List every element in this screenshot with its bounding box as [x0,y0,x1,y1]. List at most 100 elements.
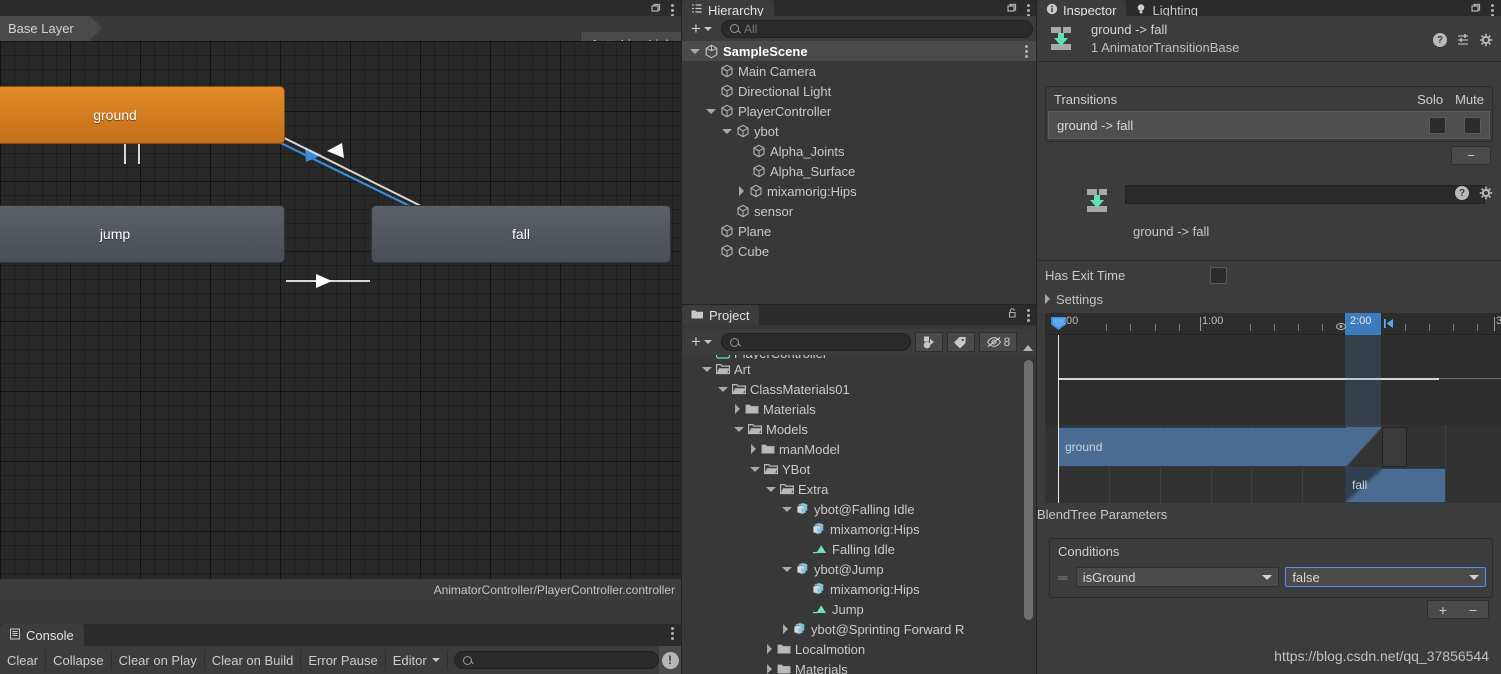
console-collapse-button[interactable]: Collapse [46,650,112,670]
hierarchy-item-alpha-surface[interactable]: Alpha_Surface [682,161,1037,181]
hierarchy-scene-menu-icon[interactable] [1025,44,1029,58]
help-icon[interactable]: ? [1433,33,1447,47]
chevron-down-icon[interactable] [718,386,728,392]
chevron-down-icon[interactable] [734,426,744,432]
project-item-localmotion[interactable]: Localmotion [682,639,1037,659]
add-condition-button[interactable]: + [1428,601,1458,618]
project-item-falling-idle[interactable]: Falling Idle [682,539,1037,559]
project-menu-icon[interactable] [1027,308,1031,322]
condition-operator[interactable]: ═ [1056,570,1070,585]
animator-menu-icon[interactable] [671,3,675,17]
project-scroll-up-arrow[interactable] [1023,345,1033,351]
preset-icon[interactable] [1456,33,1470,47]
project-add-button[interactable]: + [686,333,717,352]
timeline-playhead[interactable] [1058,335,1059,503]
console-clear-on-build-button[interactable]: Clear on Build [205,650,302,670]
project-item-ybot-sprinting-forward-r[interactable]: ybot@Sprinting Forward R [682,619,1037,639]
remove-condition-button[interactable]: − [1458,601,1488,618]
hierarchy-add-button[interactable]: + [686,19,717,38]
hierarchy-menu-icon[interactable] [1027,3,1031,17]
chevron-right-icon[interactable] [767,664,772,674]
gear-icon[interactable] [1479,186,1493,200]
tab-project[interactable]: Project [682,305,760,325]
hierarchy-tree[interactable]: SampleScene Main Camera Directional Light P… [682,41,1037,305]
project-item-extra[interactable]: Extra [682,479,1037,499]
transition-list-row[interactable]: ground -> fall [1048,111,1490,139]
console-error-pause-button[interactable]: Error Pause [301,650,386,670]
transition-timeline[interactable]: ground fall :00 1:00 2:00 3 [1045,313,1501,503]
divider-hierarchy-inspector[interactable] [1036,0,1037,674]
console-clear-on-play-button[interactable]: Clear on Play [112,650,205,670]
animator-state-graph[interactable]: ground jump fall [0,41,681,605]
project-item-mixamorig-hips[interactable]: mixamorig:Hips [682,579,1037,599]
hierarchy-item-cube[interactable]: Cube [682,241,1037,261]
project-item-manmodel[interactable]: manModel [682,439,1037,459]
console-warning-badge[interactable]: ! [659,646,681,674]
has-exit-time-checkbox[interactable] [1210,266,1227,284]
console-search-input[interactable] [453,651,659,669]
inspector-menu-icon[interactable] [1491,3,1495,17]
project-item-art[interactable]: Art [682,359,1037,379]
hierarchy-item-mixamorig-hips[interactable]: mixamorig:Hips [682,181,1037,201]
divider-animator-hierarchy[interactable] [681,0,682,674]
maximize-icon[interactable] [650,2,662,17]
chevron-down-icon[interactable] [690,48,700,54]
settings-foldout[interactable]: Settings [1037,288,1501,310]
project-item-models[interactable]: Models [682,419,1037,439]
hierarchy-item-main-camera[interactable]: Main Camera [682,61,1037,81]
project-item-ybot-falling-idle[interactable]: ybot@Falling Idle [682,499,1037,519]
timeline-clip-ground-tail[interactable] [1382,427,1407,467]
lock-icon[interactable] [1006,307,1018,322]
project-item-mixamorig-hips[interactable]: mixamorig:Hips [682,519,1037,539]
project-item-classmaterials01[interactable]: ClassMaterials01 [682,379,1037,399]
maximize-icon[interactable] [1006,2,1018,17]
project-item-ybot[interactable]: YBot [682,459,1037,479]
hierarchy-item-alpha-joints[interactable]: Alpha_Joints [682,141,1037,161]
search-by-type-icon[interactable] [914,332,943,352]
help-icon[interactable]: ? [1455,186,1469,200]
project-item-jump[interactable]: Jump [682,599,1037,619]
console-editor-dropdown[interactable]: Editor [386,650,448,670]
hierarchy-item-ybot[interactable]: ybot [682,121,1037,141]
project-item-materials[interactable]: Materials [682,659,1037,674]
state-node-fall[interactable]: fall [371,205,671,263]
chevron-down-icon[interactable] [766,486,776,492]
hierarchy-item-playercontroller[interactable]: PlayerController [682,101,1037,121]
chevron-right-icon[interactable] [751,444,756,454]
chevron-down-icon[interactable] [706,108,716,114]
project-scrollbar[interactable] [1024,360,1033,620]
chevron-right-icon[interactable] [783,624,788,634]
tab-console[interactable]: Console [0,624,84,646]
remove-transition-button[interactable]: − [1451,146,1491,165]
hierarchy-search-input[interactable]: All [720,19,1033,38]
hierarchy-item-directional-light[interactable]: Directional Light [682,81,1037,101]
chevron-down-icon[interactable] [702,366,712,372]
project-search-input[interactable] [720,333,911,351]
chevron-right-icon[interactable] [735,404,740,414]
project-item-ybot-jump[interactable]: ybot@Jump [682,559,1037,579]
hierarchy-item-samplescene[interactable]: SampleScene [682,41,1037,61]
project-tree[interactable]: PlayerControllerArtClassMaterials01Mater… [682,355,1037,674]
state-node-ground[interactable]: ground [0,86,285,144]
timeline-ruler[interactable]: :00 1:00 2:00 3 [1045,313,1501,335]
skip-to-start-icon[interactable] [1383,317,1394,332]
console-menu-icon[interactable] [671,626,675,640]
chevron-down-icon[interactable] [782,506,792,512]
breadcrumb-base-layer[interactable]: Base Layer [0,16,102,41]
transition-mute-checkbox[interactable] [1464,116,1481,134]
divider-hierarchy-project[interactable] [682,304,1037,305]
console-clear-button[interactable]: Clear [0,650,47,670]
transition-solo-checkbox[interactable] [1429,116,1446,134]
project-item-materials[interactable]: Materials [682,399,1037,419]
eye-icon[interactable] [1336,319,1346,334]
hierarchy-item-plane[interactable]: Plane [682,221,1037,241]
hidden-packages-toggle[interactable]: 8 [978,332,1017,352]
maximize-icon[interactable] [1470,2,1482,17]
hierarchy-item-sensor[interactable]: sensor [682,201,1037,221]
gear-icon[interactable] [1479,33,1493,47]
condition-parameter-dropdown[interactable]: isGround [1075,567,1280,587]
condition-value-dropdown[interactable]: false [1285,567,1486,587]
chevron-right-icon[interactable] [767,644,772,654]
transition-name-input[interactable] [1125,185,1485,204]
state-node-jump[interactable]: jump [0,205,285,263]
